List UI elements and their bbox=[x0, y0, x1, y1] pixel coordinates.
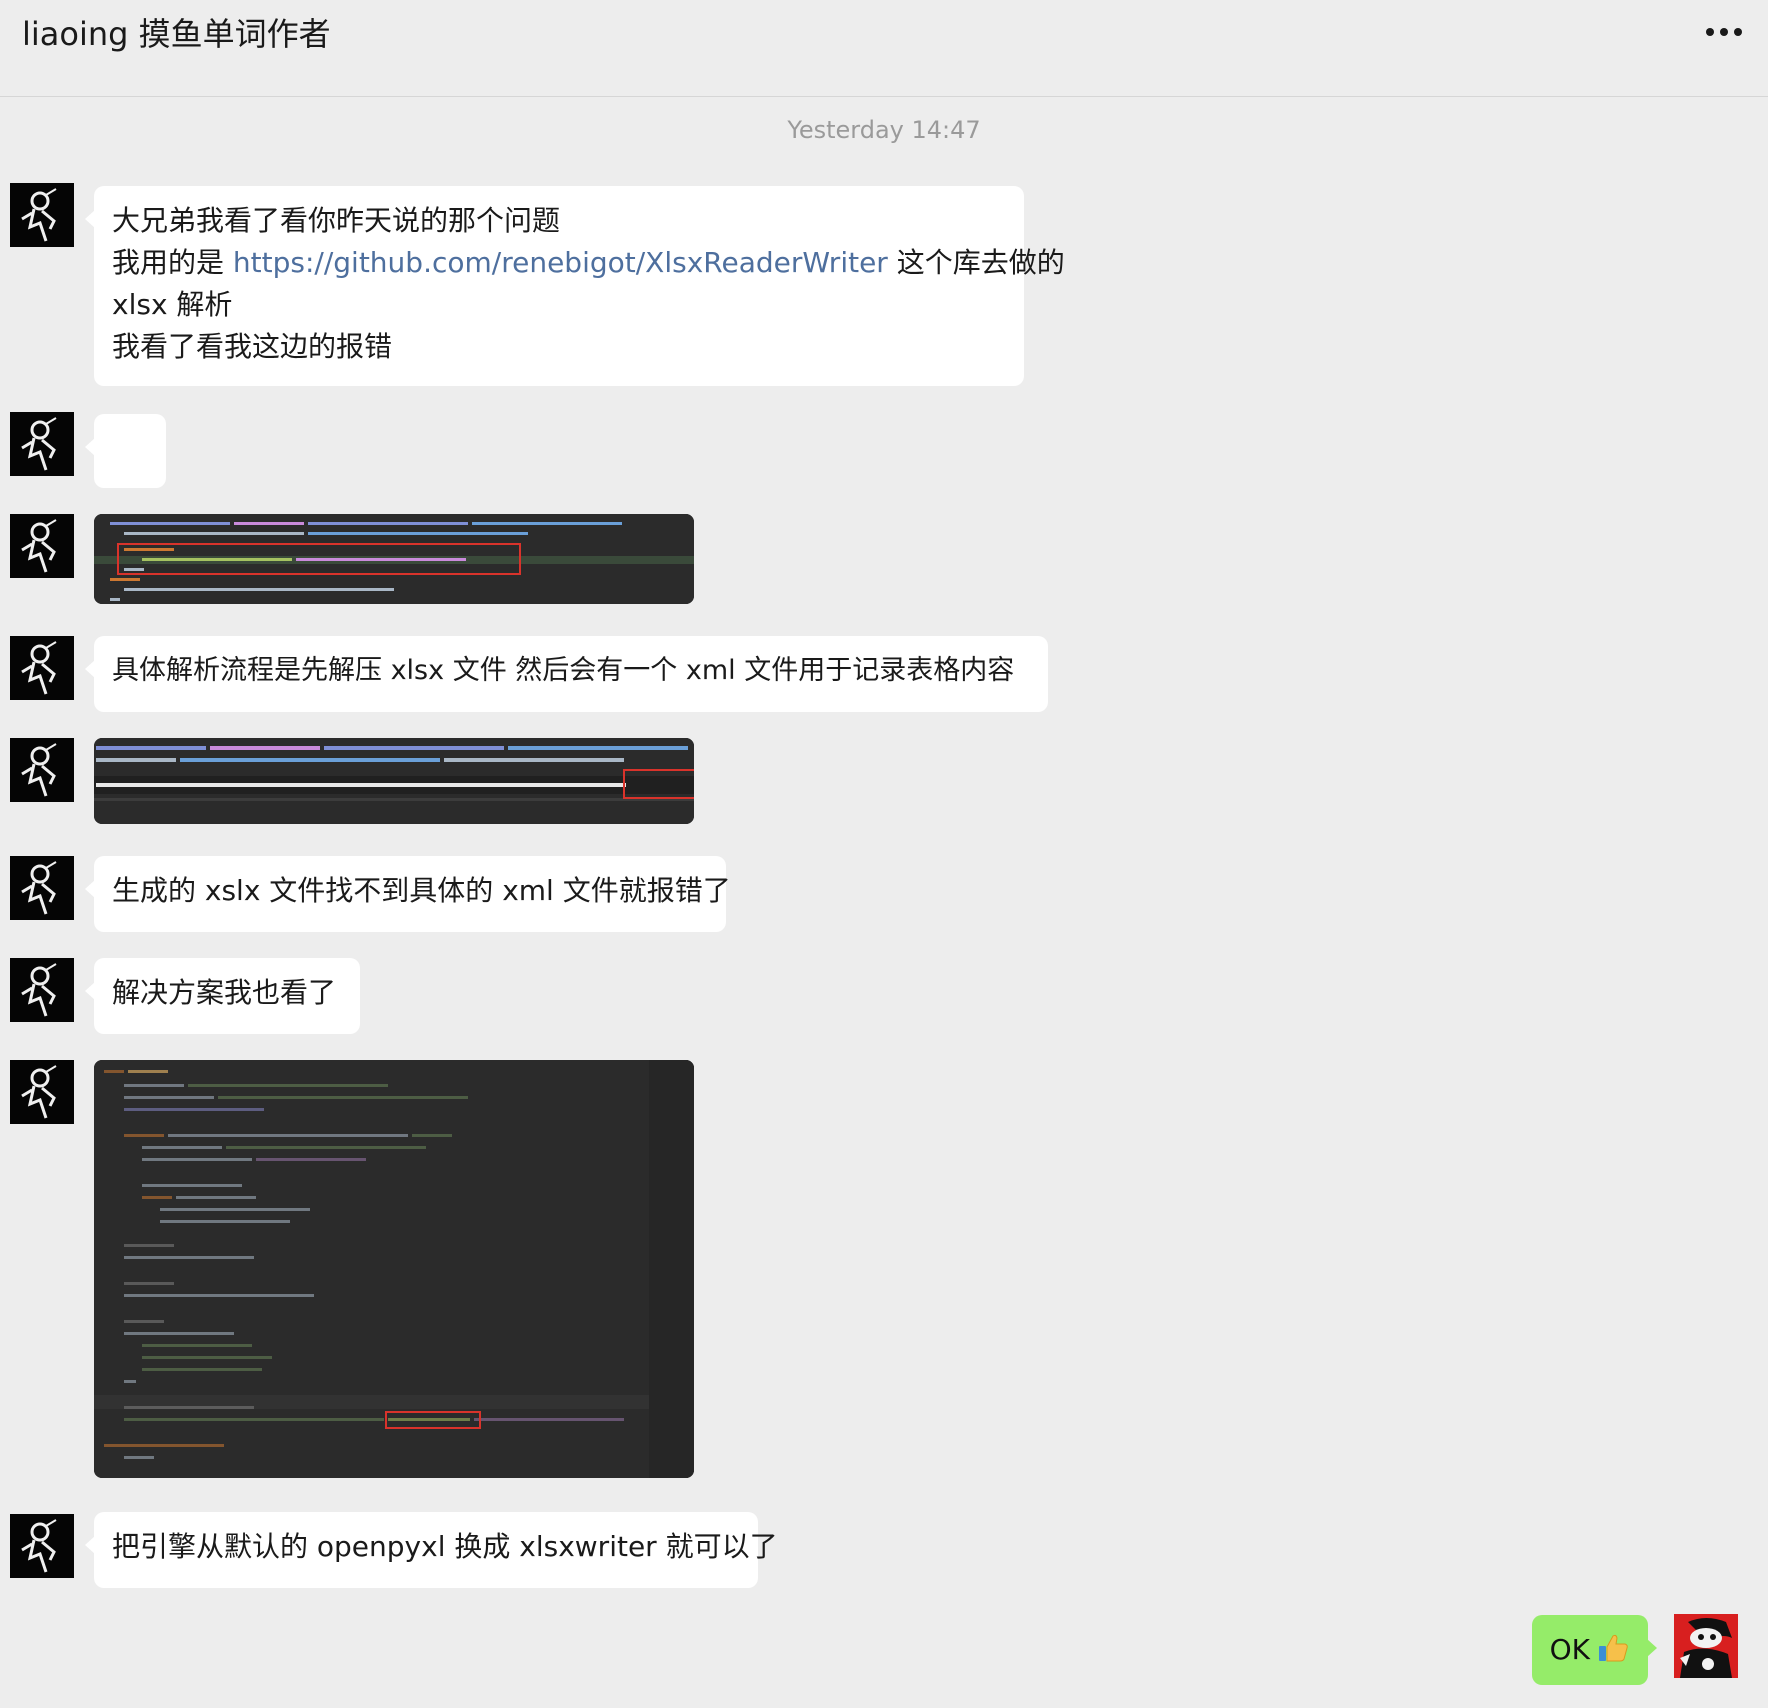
message-bubble[interactable]: 把引擎从默认的 openpyxl 换成 xlsxwriter 就可以了 bbox=[85, 1512, 778, 1588]
astronaut-avatar-icon[interactable] bbox=[10, 183, 74, 247]
astronaut-avatar-icon[interactable] bbox=[10, 856, 74, 920]
astronaut-avatar-icon[interactable] bbox=[10, 1060, 74, 1124]
message-text: 具体解析流程是先解压 xlsx 文件 然后会有一个 xml 文件用于记录表格内容 bbox=[112, 655, 1015, 686]
message-bubble[interactable]: 解决方案我也看了 bbox=[85, 958, 360, 1034]
path-screenshot-image[interactable] bbox=[94, 738, 694, 824]
my-message-bubble[interactable]: OK bbox=[1531, 1615, 1658, 1685]
chat-header: liaoing 摸鱼单词作者 bbox=[0, 0, 1768, 97]
python-code-screenshot-image[interactable] bbox=[94, 1060, 694, 1478]
astronaut-avatar-icon[interactable] bbox=[10, 738, 74, 802]
message-text: 这个库去做的 bbox=[887, 246, 1065, 279]
dot bbox=[1734, 28, 1742, 36]
chat-window: liaoing 摸鱼单词作者 Yesterday 14:47 大兄弟我看了看你昨… bbox=[0, 0, 1768, 1708]
more-dots-icon[interactable] bbox=[1706, 28, 1742, 36]
message-bubble[interactable]: 大兄弟我看了看你昨天说的那个问题 我用的是 https://github.com… bbox=[85, 186, 1065, 386]
dot bbox=[1720, 28, 1728, 36]
message-text: OK bbox=[1549, 1633, 1590, 1666]
chat-title: liaoing 摸鱼单词作者 bbox=[22, 15, 331, 53]
message-text: 我看了看我这边的报错 bbox=[112, 330, 393, 363]
thumbs-up-icon bbox=[1596, 1631, 1630, 1665]
message-text: 解决方案我也看了 bbox=[112, 976, 337, 1009]
message-text: 把引擎从默认的 openpyxl 换成 xlsxwriter 就可以了 bbox=[112, 1530, 778, 1563]
message-text: xlsx 解析 bbox=[112, 288, 233, 321]
message-text-line: 我用的是 https://github.com/renebigot/XlsxRe… bbox=[112, 242, 1065, 284]
astronaut-avatar-icon[interactable] bbox=[10, 412, 74, 476]
message-text: 我用的是 bbox=[112, 246, 233, 279]
code-screenshot-image[interactable] bbox=[94, 514, 694, 604]
cartoon-avatar-icon[interactable] bbox=[1674, 1614, 1738, 1678]
astronaut-avatar-icon[interactable] bbox=[10, 958, 74, 1022]
dot bbox=[1706, 28, 1714, 36]
message-text: 大兄弟我看了看你昨天说的那个问题 bbox=[112, 204, 561, 237]
message-bubble[interactable]: 生成的 xslx 文件找不到具体的 xml 文件就报错了 bbox=[85, 856, 731, 932]
message-bubble[interactable]: 具体解析流程是先解压 xlsx 文件 然后会有一个 xml 文件用于记录表格内容 bbox=[85, 636, 1048, 712]
astronaut-avatar-icon[interactable] bbox=[10, 514, 74, 578]
astronaut-avatar-icon[interactable] bbox=[10, 1514, 74, 1578]
empty-message-bubble[interactable] bbox=[85, 414, 166, 488]
astronaut-avatar-icon[interactable] bbox=[10, 636, 74, 700]
message-timestamp: Yesterday 14:47 bbox=[787, 116, 981, 144]
message-text: 生成的 xslx 文件找不到具体的 xml 文件就报错了 bbox=[112, 874, 731, 907]
github-link[interactable]: https://github.com/renebigot/XlsxReaderW… bbox=[233, 246, 888, 279]
